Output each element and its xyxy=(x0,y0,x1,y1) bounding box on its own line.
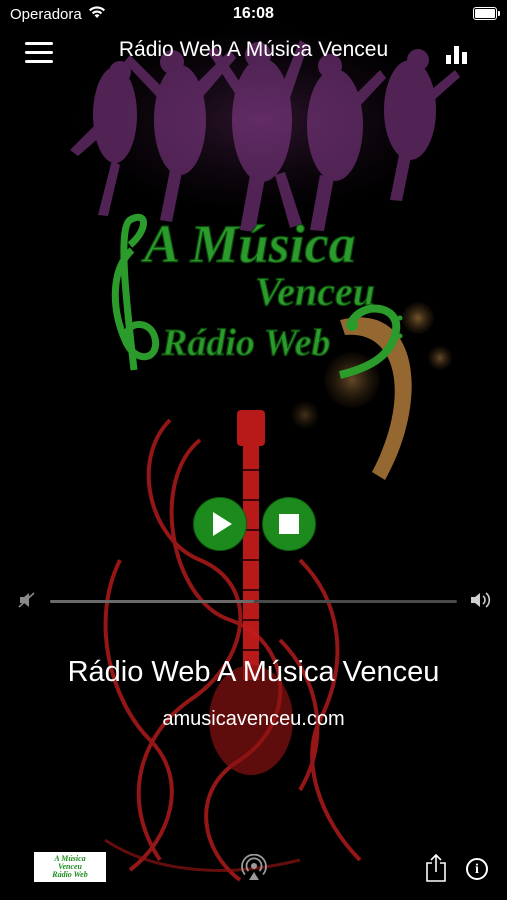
battery-icon xyxy=(473,7,500,20)
volume-slider-fill xyxy=(50,600,254,603)
player-screen: Operadora 16:08 Rádio Web A Música Vence… xyxy=(0,0,507,900)
menu-icon[interactable] xyxy=(25,42,53,64)
volume-high-icon xyxy=(471,592,491,608)
status-time: 16:08 xyxy=(233,5,274,22)
background-artwork xyxy=(70,25,460,882)
airplay-icon[interactable] xyxy=(241,854,267,882)
stop-button[interactable] xyxy=(262,497,316,551)
play-button[interactable] xyxy=(193,497,247,551)
play-icon xyxy=(213,512,232,536)
logo-line1: A Música xyxy=(141,214,356,274)
station-logo: A Música Venceu Rádio Web xyxy=(111,213,403,379)
stop-icon xyxy=(279,514,299,534)
navigation-bar: Rádio Web A Música Venceu xyxy=(0,28,507,76)
station-thumbnail[interactable]: A Música Venceu Rádio Web xyxy=(34,852,106,882)
station-name: Rádio Web A Música Venceu xyxy=(67,656,440,688)
logo-line3: Rádio Web xyxy=(161,322,331,364)
status-bar: Operadora 16:08 xyxy=(0,0,507,28)
station-url[interactable]: amusicavenceu.com xyxy=(0,708,507,731)
volume-slider[interactable] xyxy=(50,600,457,603)
page-title: Rádio Web A Música Venceu xyxy=(118,38,389,61)
volume-low-icon xyxy=(18,592,35,608)
info-icon[interactable]: i xyxy=(466,858,488,880)
thumb-line3: Rádio Web xyxy=(52,870,88,879)
share-icon[interactable] xyxy=(425,853,447,883)
equalizer-icon[interactable] xyxy=(446,46,470,64)
logo-line2: Venceu xyxy=(255,269,375,314)
